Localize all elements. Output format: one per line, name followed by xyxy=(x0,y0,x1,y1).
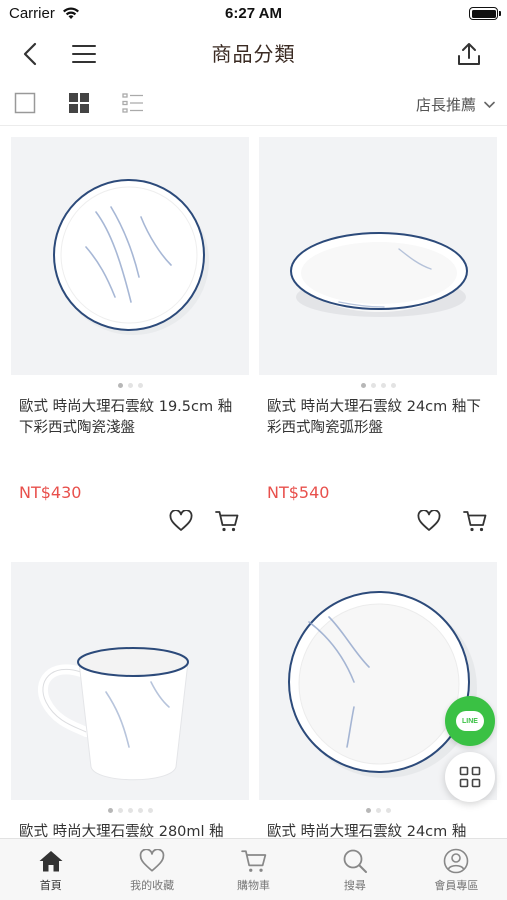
product-actions xyxy=(167,507,241,535)
apps-grid-icon xyxy=(459,766,481,788)
list-icon xyxy=(122,93,143,113)
tab-label: 首頁 xyxy=(39,879,62,892)
tab-label: 會員專區 xyxy=(434,879,479,892)
status-time: 6:27 AM xyxy=(225,5,282,22)
image-pager xyxy=(259,802,497,818)
quick-menu-button[interactable] xyxy=(445,752,495,802)
sort-label: 店長推薦 xyxy=(415,96,476,114)
heart-icon xyxy=(139,849,165,872)
tab-home[interactable]: 首頁 xyxy=(0,839,101,900)
product-card[interactable]: 歐式 時尚大理石雲紋 19.5cm 釉下彩西式陶瓷淺盤 NT$430 xyxy=(11,137,249,532)
add-to-cart-button[interactable] xyxy=(213,507,241,535)
tab-bar: 首頁 我的收藏 購物車 搜尋 會員專區 xyxy=(0,838,507,900)
share-icon xyxy=(458,43,480,65)
single-view-button[interactable] xyxy=(14,92,36,114)
cart-icon xyxy=(463,511,487,532)
product-card[interactable]: 歐式 時尚大理石雲紋 24cm 釉下彩西式陶瓷弧形盤 NT$540 xyxy=(259,137,497,532)
product-image[interactable] xyxy=(11,562,249,800)
square-outline-icon xyxy=(14,92,36,114)
grid-view-button[interactable] xyxy=(68,92,90,114)
add-to-cart-button[interactable] xyxy=(461,507,489,535)
home-icon xyxy=(39,851,63,872)
cart-icon xyxy=(215,511,239,532)
navigation-bar: 商品分類 xyxy=(0,28,507,78)
image-pager xyxy=(11,802,249,818)
sort-dropdown[interactable]: 店長推薦 xyxy=(416,94,495,115)
heart-icon xyxy=(169,510,193,531)
user-icon xyxy=(444,848,469,874)
tab-label: 購物車 xyxy=(237,879,271,892)
product-card[interactable]: 歐式 時尚大理石雲紋 280ml 釉 xyxy=(11,562,249,840)
chevron-down-icon xyxy=(484,101,495,108)
product-name[interactable]: 歐式 時尚大理石雲紋 24cm 釉下彩西式陶瓷弧形盤 xyxy=(259,393,497,457)
product-name[interactable]: 歐式 時尚大理石雲紋 24cm 釉 xyxy=(259,818,497,840)
tab-member[interactable]: 會員專區 xyxy=(406,839,507,900)
tab-search[interactable]: 搜尋 xyxy=(304,839,405,900)
battery-icon xyxy=(469,7,501,20)
line-label: LINE xyxy=(462,717,478,725)
page-title: 商品分類 xyxy=(211,42,296,66)
plate-image xyxy=(53,179,209,335)
line-chat-button[interactable]: LINE xyxy=(445,696,495,746)
heart-icon xyxy=(417,510,441,531)
tab-cart[interactable]: 購物車 xyxy=(203,839,304,900)
tab-label: 搜尋 xyxy=(343,879,366,892)
image-pager xyxy=(11,377,249,393)
cart-icon xyxy=(240,850,266,872)
tab-label: 我的收藏 xyxy=(130,879,175,892)
image-pager xyxy=(259,377,497,393)
product-name[interactable]: 歐式 時尚大理石雲紋 280ml 釉 xyxy=(11,818,249,840)
share-button[interactable] xyxy=(451,36,487,72)
mug-image xyxy=(37,647,189,781)
search-icon xyxy=(343,849,367,873)
status-bar: Carrier 6:27 AM xyxy=(0,0,507,28)
product-actions xyxy=(415,507,489,535)
tab-favorites[interactable]: 我的收藏 xyxy=(101,839,202,900)
bowl-plate-image xyxy=(290,232,468,317)
product-name[interactable]: 歐式 時尚大理石雲紋 19.5cm 釉下彩西式陶瓷淺盤 xyxy=(11,393,249,457)
line-icon: LINE xyxy=(456,711,484,731)
favorite-button[interactable] xyxy=(415,507,443,535)
grid-icon xyxy=(69,93,89,113)
favorite-button[interactable] xyxy=(167,507,195,535)
product-image[interactable] xyxy=(11,137,249,375)
view-toolbar: 店長推薦 xyxy=(0,80,507,126)
product-grid: 歐式 時尚大理石雲紋 19.5cm 釉下彩西式陶瓷淺盤 NT$430 歐式 時尚… xyxy=(0,127,507,840)
product-image[interactable] xyxy=(259,137,497,375)
list-view-button[interactable] xyxy=(122,92,144,114)
